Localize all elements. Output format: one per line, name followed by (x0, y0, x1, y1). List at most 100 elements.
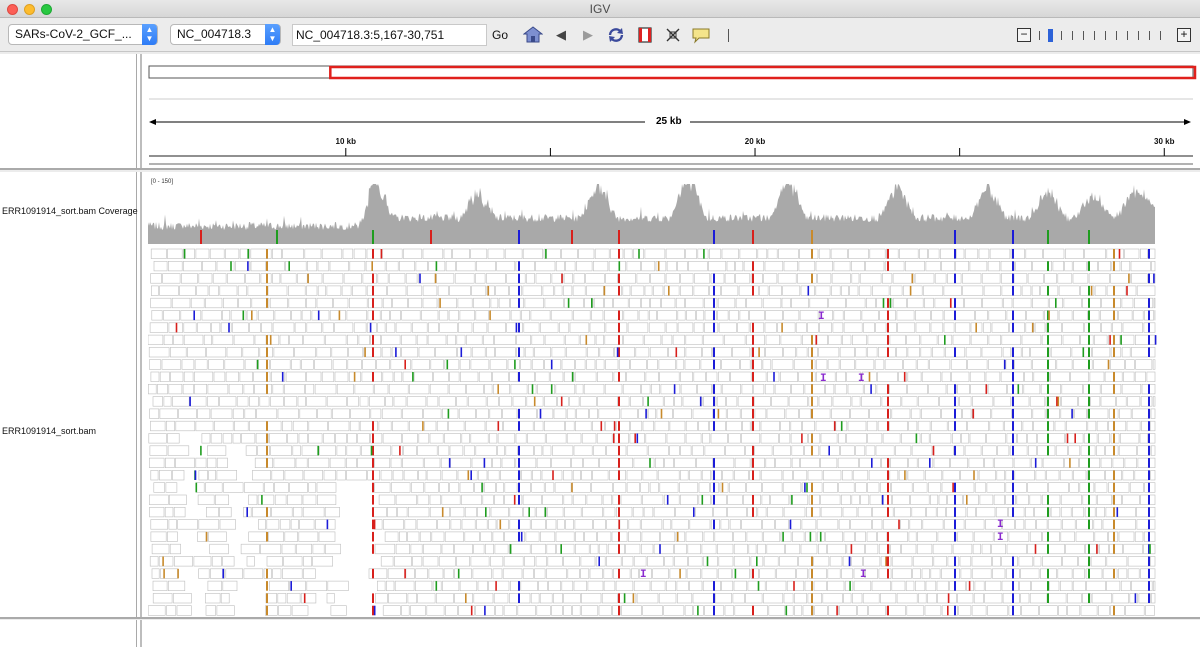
header-divider[interactable] (0, 168, 1200, 170)
read-mismatch (1055, 298, 1057, 308)
aligned-read (303, 334, 325, 345)
aligned-read (266, 261, 285, 272)
insertion-marker: I (997, 519, 1004, 531)
aligned-read (846, 297, 866, 309)
zoom-level-indicator[interactable] (1048, 29, 1053, 42)
aligned-read (254, 334, 267, 345)
aligned-read (891, 482, 913, 493)
resize-icon[interactable] (663, 26, 683, 44)
aligned-read (841, 285, 849, 296)
chromosome-dropdown[interactable]: NC_004718.3 ▲ ▼ (170, 24, 281, 45)
aligned-read (791, 297, 809, 309)
panel-splitter[interactable] (140, 54, 142, 168)
locus-search-input[interactable]: NC_004718.3:5,167-30,751 (292, 24, 487, 46)
read-mismatch (1088, 495, 1090, 505)
aligned-read (851, 556, 863, 567)
aligned-read (1021, 347, 1030, 358)
read-mismatch (881, 495, 884, 505)
panel-splitter[interactable] (140, 620, 142, 647)
read-mismatch (1148, 519, 1150, 530)
aligned-read (329, 457, 346, 469)
read-mismatch (372, 605, 374, 616)
aligned-read (633, 580, 651, 592)
home-icon[interactable] (523, 26, 543, 44)
aligned-read (941, 371, 951, 382)
aligned-read (293, 506, 303, 518)
go-button[interactable]: Go (492, 28, 508, 42)
feature-divider[interactable] (0, 617, 1200, 619)
aligned-read (757, 248, 768, 259)
zoom-level-tick[interactable] (1072, 31, 1073, 40)
aligned-read (197, 408, 211, 419)
aligned-read (315, 519, 336, 530)
aligned-read (1146, 371, 1156, 382)
read-mismatch (1088, 458, 1090, 468)
aligned-read (626, 261, 641, 272)
aligned-read (1065, 420, 1087, 432)
aligned-read (428, 568, 444, 579)
alignment-track[interactable]: II IIIII (148, 248, 1158, 618)
aligned-read (804, 384, 825, 395)
aligned-read (492, 457, 502, 469)
aligned-read (336, 445, 346, 456)
coverage-track[interactable] (148, 172, 1158, 247)
zoom-level-tick[interactable] (1105, 31, 1106, 40)
data-panel: ERR1091914_sort.bam Coverage ERR1091914_… (0, 172, 1200, 617)
aligned-read (848, 248, 869, 259)
aligned-read (632, 506, 644, 518)
aligned-read (580, 568, 590, 579)
zoom-level-tick[interactable] (1083, 31, 1084, 40)
zoom-level-tick[interactable] (1039, 31, 1040, 40)
alignment-track-name[interactable]: ERR1091914_sort.bam (2, 426, 96, 436)
back-icon[interactable]: ◀ (551, 26, 571, 44)
aligned-read (801, 519, 817, 530)
aligned-read (735, 273, 751, 284)
aligned-read (153, 261, 168, 272)
aligned-read (735, 297, 746, 309)
aligned-read (965, 347, 982, 358)
aligned-read (291, 605, 309, 616)
zoom-level-tick[interactable] (1116, 31, 1117, 40)
aligned-read (168, 519, 177, 530)
aligned-read (914, 273, 935, 284)
genome-dropdown[interactable]: SARs-CoV-2_GCF_... ▲ ▼ (8, 24, 158, 45)
read-mismatch (1107, 359, 1110, 370)
read-mismatch (887, 298, 889, 308)
roi-icon[interactable] (635, 26, 655, 44)
read-mismatch (954, 531, 956, 542)
read-mismatch (1113, 531, 1115, 542)
insertion-marker: I (860, 569, 867, 581)
aligned-read (325, 543, 341, 555)
refresh-icon[interactable] (606, 26, 626, 44)
panel-splitter[interactable] (140, 172, 142, 617)
zoom-in-button[interactable]: + (1177, 28, 1191, 42)
coverage-track-name[interactable]: ERR1091914_sort.bam Coverage (2, 206, 138, 216)
zoom-level-tick[interactable] (1094, 31, 1095, 40)
aligned-read (386, 261, 399, 272)
aligned-read (713, 408, 727, 419)
ruler[interactable]: 10 kb 20 kb 30 kb (145, 54, 1200, 168)
aligned-read (572, 605, 581, 616)
zoom-level-tick[interactable] (1149, 31, 1150, 40)
aligned-read (685, 420, 698, 432)
zoom-level-tick[interactable] (1160, 31, 1161, 40)
zoom-level-tick[interactable] (1138, 31, 1139, 40)
read-mismatch (811, 445, 813, 456)
read-mismatch (887, 261, 889, 271)
aligned-read (486, 347, 495, 358)
aligned-read (606, 519, 620, 530)
read-mismatch (266, 261, 268, 271)
read-mismatch (1128, 273, 1130, 284)
read-mismatch (947, 593, 950, 603)
aligned-read (673, 408, 693, 419)
zoom-out-button[interactable]: − (1017, 28, 1031, 42)
read-mismatch (618, 544, 620, 554)
zoom-level-tick[interactable] (1061, 31, 1062, 40)
read-mismatch (509, 544, 512, 554)
aligned-read (902, 285, 923, 296)
aligned-read (943, 310, 955, 321)
zoom-level-tick[interactable] (1127, 31, 1128, 40)
aligned-read (993, 457, 1014, 469)
popup-info-icon[interactable] (691, 26, 711, 44)
forward-icon[interactable]: ▶ (578, 26, 598, 44)
